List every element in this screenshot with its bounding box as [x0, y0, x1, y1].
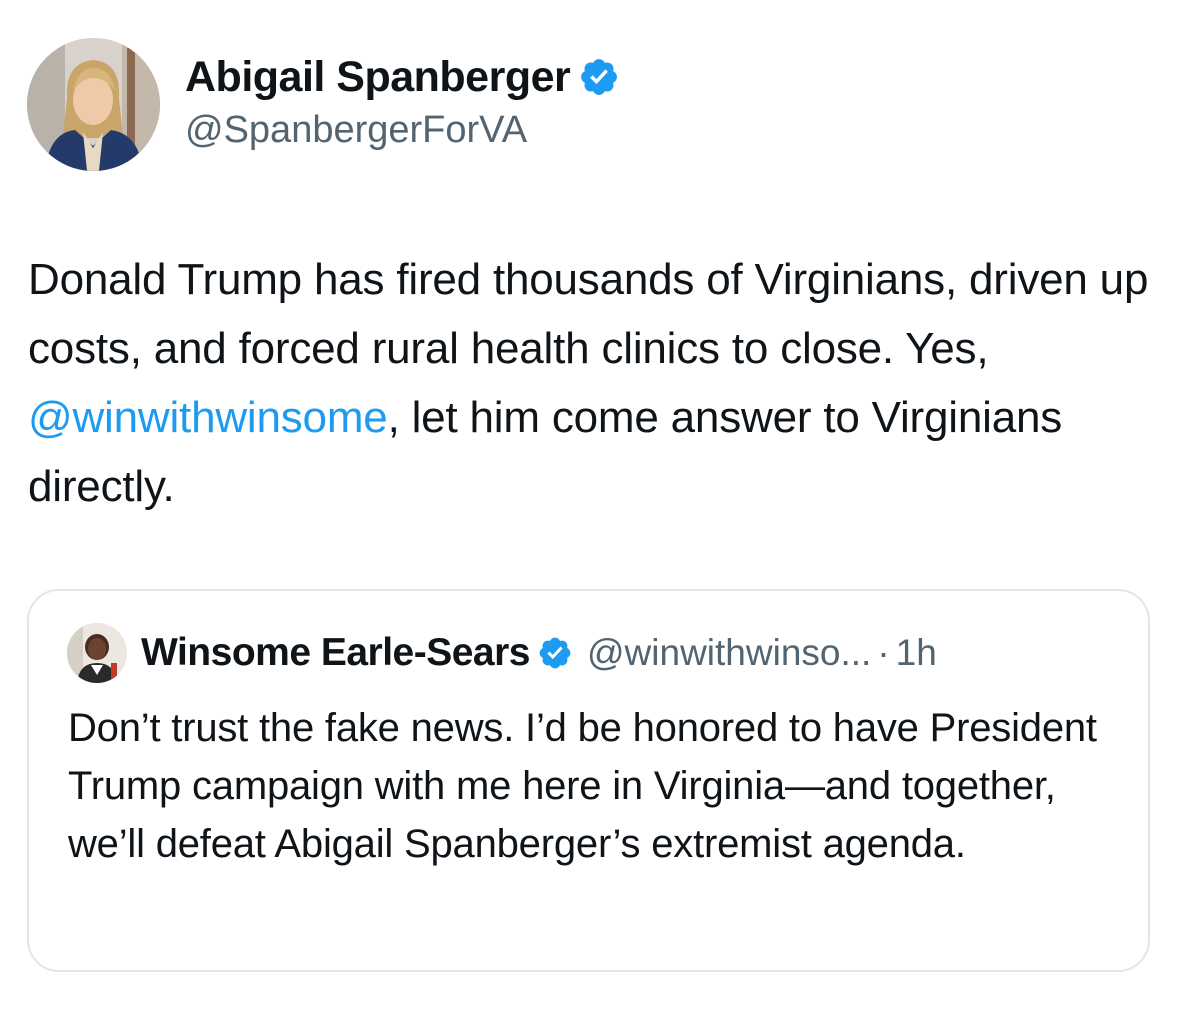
author-avatar[interactable]: [27, 38, 160, 171]
quoted-author-avatar[interactable]: [67, 623, 127, 683]
verified-badge-icon[interactable]: [578, 56, 620, 98]
quoted-author-avatar-image: [67, 623, 127, 683]
quoted-tweet-header: Winsome Earle-Sears @winwithwinso... · 1…: [67, 621, 937, 685]
author-avatar-image: [27, 38, 160, 171]
quoted-tweet-text: Don’t trust the fake news. I’d be honore…: [68, 706, 1097, 866]
quoted-tweet-card[interactable]: Winsome Earle-Sears @winwithwinso... · 1…: [27, 589, 1150, 972]
author-name-row: Abigail Spanberger: [185, 52, 620, 102]
quoted-author-handle[interactable]: @winwithwinso...: [587, 632, 871, 674]
tweet-text: Donald Trump has fired thousands of Virg…: [28, 245, 1158, 521]
author-name[interactable]: Abigail Spanberger: [185, 53, 571, 102]
mention-link[interactable]: @winwithwinsome: [28, 393, 388, 442]
author-handle[interactable]: @SpanbergerForVA: [185, 109, 527, 152]
quoted-tweet-timestamp[interactable]: 1h: [896, 632, 937, 674]
dot-separator: ·: [877, 632, 890, 673]
quoted-author-name[interactable]: Winsome Earle-Sears: [141, 631, 531, 675]
tweet-text-part: Donald Trump has fired thousands of Virg…: [28, 255, 1149, 373]
verified-badge-icon[interactable]: [537, 635, 573, 671]
tweet[interactable]: Abigail Spanberger @SpanbergerForVA Dona…: [0, 0, 1179, 1015]
